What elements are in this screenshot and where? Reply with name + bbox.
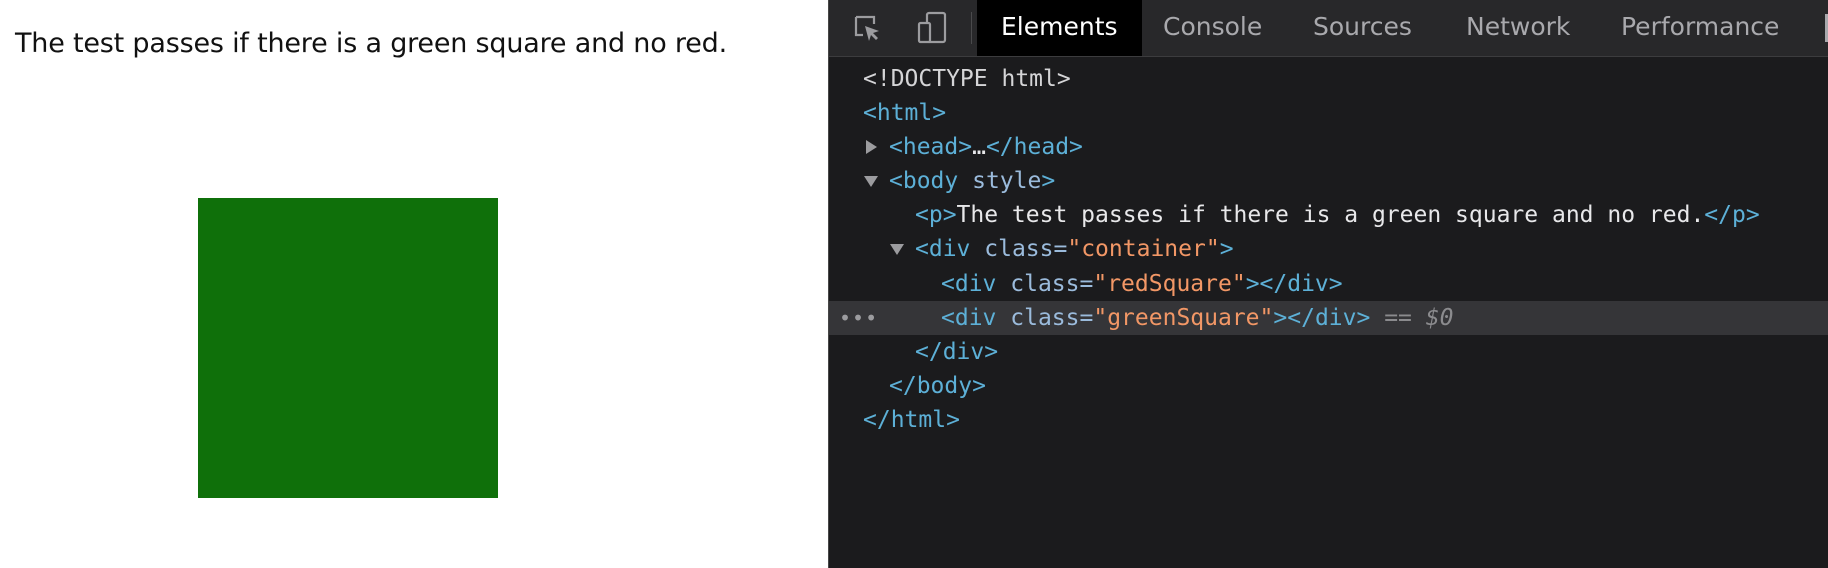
p-text-node: The test passes if there is a green squa… — [956, 202, 1705, 228]
collapse-body-arrow-icon[interactable] — [863, 164, 879, 198]
devtools-panel: Elements Console Sources Network Perform… — [828, 0, 1828, 568]
red-square-open-tag-end: > — [1245, 271, 1260, 297]
body-style-attr: style — [972, 168, 1042, 194]
dom-node-doctype[interactable]: <!DOCTYPE html> — [829, 62, 1828, 96]
p-close-tag: </p> — [1704, 202, 1760, 228]
dom-node-container[interactable]: <div class="container"> — [829, 232, 1828, 266]
quote-close: " — [1205, 236, 1220, 262]
inspect-element-button[interactable] — [847, 8, 887, 48]
quote-open: " — [1093, 271, 1108, 297]
quote-close: " — [1259, 305, 1274, 331]
container-open-tag: <div — [915, 236, 971, 262]
row-actions-dots-icon[interactable]: ••• — [839, 301, 878, 335]
container-open-tag-end: > — [1219, 236, 1234, 262]
collapse-container-arrow-icon[interactable] — [889, 232, 905, 266]
quote-open: " — [1067, 236, 1082, 262]
green-square-close-tag: </div> — [1287, 305, 1371, 331]
container-class-value: container — [1081, 236, 1206, 262]
dom-node-red-square[interactable]: <div class="redSquare"></div> — [829, 267, 1828, 301]
doctype-text: <!DOCTYPE html> — [863, 66, 1071, 92]
dom-node-html-close[interactable]: </html> — [829, 403, 1828, 437]
green-square — [198, 198, 498, 498]
body-open-tag: <body — [889, 168, 959, 194]
page-viewport: The test passes if there is a green squa… — [0, 0, 828, 568]
red-square-class-value: redSquare — [1107, 271, 1232, 297]
dom-node-green-square-selected[interactable]: ••• <div class="greenSquare"></div> == $… — [829, 301, 1828, 335]
toolbar-divider — [971, 12, 972, 44]
red-square-open-tag: <div — [941, 271, 997, 297]
dom-node-body[interactable]: <body style> — [829, 164, 1828, 198]
tab-elements[interactable]: Elements — [977, 0, 1142, 56]
inspect-element-icon — [854, 15, 879, 41]
green-square-class-attr: class= — [1010, 305, 1094, 331]
head-open-tag: <head> — [889, 134, 973, 160]
body-open-tag-end: > — [1041, 168, 1056, 194]
device-toolbar-icon — [917, 11, 947, 44]
tab-network[interactable]: Network — [1442, 0, 1594, 56]
test-instructions-text: The test passes if there is a green squa… — [15, 28, 727, 59]
tab-performance[interactable]: Performance — [1597, 0, 1803, 56]
head-ellipsis: … — [972, 134, 986, 160]
devtools-tabbar: Elements Console Sources Network Perform… — [829, 0, 1828, 57]
dom-node-head[interactable]: <head>…</head> — [829, 130, 1828, 164]
quote-open: " — [1093, 305, 1108, 331]
p-open-tag: <p> — [915, 202, 957, 228]
head-close-tag: </head> — [985, 134, 1083, 160]
green-square-open-tag-end: > — [1273, 305, 1288, 331]
device-toolbar-button[interactable] — [913, 8, 953, 48]
tab-sources[interactable]: Sources — [1289, 0, 1436, 56]
body-close-tag: </body> — [889, 373, 986, 399]
dom-node-p[interactable]: <p>The test passes if there is a green s… — [829, 198, 1828, 232]
dom-node-container-close[interactable]: </div> — [829, 335, 1828, 369]
red-square-close-tag: </div> — [1259, 271, 1343, 297]
html-close-tag: </html> — [863, 407, 960, 433]
container-close-tag: </div> — [915, 339, 999, 365]
expand-head-arrow-icon[interactable] — [863, 130, 879, 164]
dom-tree: <!DOCTYPE html> <html> <head>…</head> <b… — [829, 56, 1828, 568]
dom-node-html[interactable]: <html> — [829, 96, 1828, 130]
quote-close: " — [1231, 271, 1246, 297]
selected-node-marker: == $0 — [1384, 305, 1454, 331]
green-square-open-tag: <div — [941, 305, 997, 331]
green-square-class-value: greenSquare — [1107, 305, 1260, 331]
html-open-tag: <html> — [863, 100, 947, 126]
red-square-class-attr: class= — [1010, 271, 1094, 297]
container-class-attr: class= — [984, 236, 1068, 262]
dom-node-body-close[interactable]: </body> — [829, 369, 1828, 403]
tab-console[interactable]: Console — [1139, 0, 1286, 56]
